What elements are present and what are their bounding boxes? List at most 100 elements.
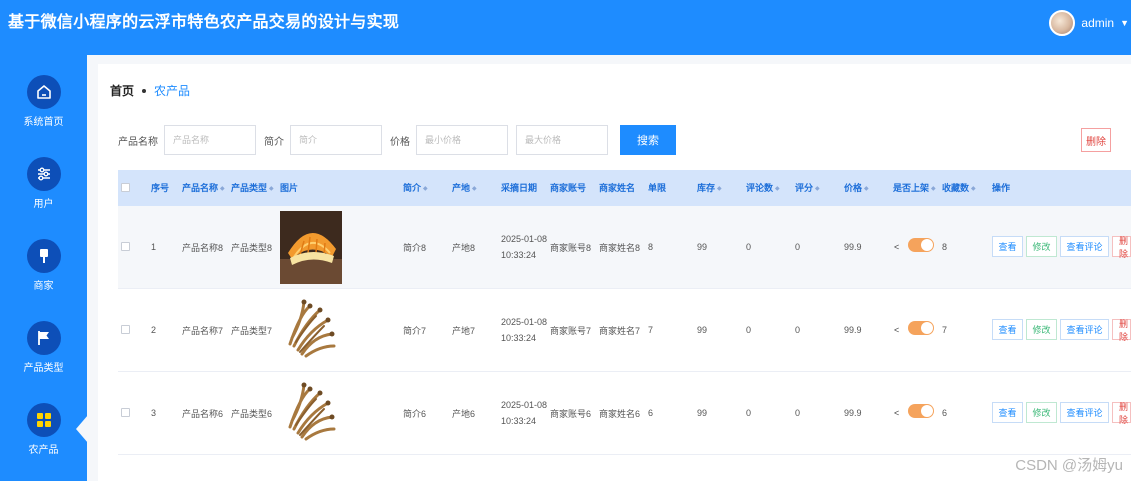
sidebar-item-product-types[interactable]: 产品类型 (0, 309, 87, 391)
cell-unit: 7 (648, 325, 654, 335)
share-icon[interactable]: < (894, 289, 899, 371)
sidebar-item-home[interactable]: 系统首页 (0, 63, 87, 145)
cell-intro: 简介6 (403, 408, 427, 419)
cell-score: 0 (795, 242, 801, 252)
view-reviews-button[interactable]: 查看评论 (1060, 402, 1109, 423)
col-image: 图片 (280, 183, 299, 193)
sidebar-item-label: 产品类型 (23, 363, 64, 374)
top-bar: 基于微信小程序的云浮市特色农产品交易的设计与实现 admin ▼ (0, 0, 1131, 55)
sidebar-item-label: 商家 (33, 281, 54, 292)
avatar[interactable] (1049, 10, 1076, 36)
col-name[interactable]: 产品名称 ◆ (182, 170, 225, 206)
cell-date: 2025-01-08 10:33:24 (501, 317, 548, 343)
name-label: 产品名称 (118, 136, 158, 148)
cell-account: 商家账号8 (550, 242, 592, 253)
active-indicator (76, 415, 88, 443)
cell-intro: 简介8 (403, 242, 427, 253)
select-all-checkbox[interactable] (121, 183, 130, 192)
flag-icon (26, 321, 61, 355)
products-table: 序号 产品名称 ◆ 产品类型 ◆ 图片 简介 ◆ 产地 ◆ 采摘日期 商家账号 商家姓名… (118, 170, 1131, 455)
cell-index: 1 (151, 242, 157, 252)
sort-icon: ◆ (815, 185, 820, 192)
listed-toggle[interactable] (908, 404, 934, 418)
cell-reviews: 0 (746, 325, 752, 335)
row-checkbox[interactable] (121, 242, 130, 251)
sidebar-item-merchants[interactable]: 商家 (0, 227, 87, 309)
sidebar-item-users[interactable]: 用户 (0, 145, 87, 227)
sidebar-item-label: 用户 (33, 199, 54, 210)
sidebar-item-label: 农产品 (28, 445, 59, 456)
share-icon[interactable]: < (894, 206, 899, 288)
batch-delete-button[interactable]: 删除 (1081, 128, 1111, 152)
cell-stock: 99 (697, 408, 708, 418)
col-merchant: 商家姓名 (599, 183, 636, 193)
watermark: CSDN @汤姆yu (1015, 457, 1123, 474)
col-type[interactable]: 产品类型 ◆ (231, 170, 274, 206)
cell-favs: 8 (942, 242, 948, 252)
product-name-input[interactable] (164, 125, 256, 155)
share-icon[interactable]: < (894, 372, 899, 454)
sort-icon: ◆ (717, 185, 722, 192)
cell-price: 99.9 (844, 242, 862, 252)
app-title: 基于微信小程序的云浮市特色农产品交易的设计与实现 (8, 14, 400, 31)
cell-merchant: 商家姓名6 (599, 408, 641, 419)
col-index: 序号 (151, 183, 170, 193)
sort-icon: ◆ (775, 185, 780, 192)
col-origin[interactable]: 产地 ◆ (452, 170, 477, 206)
max-price-input[interactable] (516, 125, 608, 155)
main-content: 首页 农产品 产品名称 简介 价格 搜索 删除 序号 产品名称◆ 产品类型◆ 图… (98, 64, 1131, 481)
delete-button[interactable]: 删除 (1112, 236, 1131, 259)
col-listed[interactable]: 是否上架 ◆ (893, 170, 936, 206)
col-score[interactable]: 评分 ◆ (795, 170, 820, 206)
sidebar: 系统首页 用户 商家 产品类型 农产品 (0, 55, 88, 481)
product-image[interactable] (280, 289, 342, 371)
col-reviews[interactable]: 评论数 ◆ (746, 170, 780, 206)
breadcrumb: 首页 农产品 (110, 82, 190, 99)
row-checkbox[interactable] (121, 408, 130, 417)
view-button[interactable]: 查看 (992, 402, 1023, 423)
intro-input[interactable] (290, 125, 382, 155)
breadcrumb-home[interactable]: 首页 (110, 82, 134, 99)
edit-button[interactable]: 修改 (1026, 319, 1057, 340)
breadcrumb-current: 农产品 (154, 84, 191, 98)
sort-icon: ◆ (472, 185, 477, 192)
col-intro[interactable]: 简介 ◆ (403, 170, 428, 206)
user-menu[interactable]: admin ▼ (1049, 8, 1131, 38)
cell-origin: 产地6 (452, 408, 476, 419)
sidebar-item-label: 系统首页 (23, 117, 64, 128)
product-image[interactable] (280, 372, 342, 454)
col-unit: 单限 (648, 183, 667, 193)
min-price-input[interactable] (416, 125, 508, 155)
toggle-knob (921, 405, 933, 417)
view-button[interactable]: 查看 (992, 319, 1023, 340)
brush-icon (26, 239, 61, 273)
chevron-down-icon[interactable]: ▼ (1120, 18, 1129, 28)
sort-icon: ◆ (423, 185, 428, 192)
table-row: 2 产品名称7 产品类型7 简介7 产地7 2025-01-08 10:33:2… (118, 289, 1131, 372)
view-reviews-button[interactable]: 查看评论 (1060, 319, 1109, 340)
intro-label: 简介 (264, 136, 284, 148)
col-favs[interactable]: 收藏数 ◆ (942, 170, 976, 206)
home-icon (26, 75, 61, 109)
col-stock[interactable]: 库存 ◆ (697, 170, 722, 206)
edit-button[interactable]: 修改 (1026, 236, 1057, 257)
cell-unit: 6 (648, 408, 654, 418)
view-reviews-button[interactable]: 查看评论 (1060, 236, 1109, 257)
listed-toggle[interactable] (908, 321, 934, 335)
cell-score: 0 (795, 408, 801, 418)
view-button[interactable]: 查看 (992, 236, 1023, 257)
sidebar-item-products[interactable]: 农产品 (0, 391, 87, 473)
col-price[interactable]: 价格 ◆ (844, 170, 869, 206)
delete-button[interactable]: 删除 (1112, 319, 1131, 342)
sort-icon: ◆ (864, 185, 869, 192)
product-image[interactable] (280, 206, 342, 288)
user-name[interactable]: admin (1081, 16, 1114, 30)
row-checkbox[interactable] (121, 325, 130, 334)
edit-button[interactable]: 修改 (1026, 402, 1057, 423)
search-button[interactable]: 搜索 (620, 125, 676, 155)
cell-favs: 7 (942, 325, 948, 335)
listed-toggle[interactable] (908, 238, 934, 252)
delete-button[interactable]: 删除 (1112, 402, 1131, 425)
sort-icon: ◆ (220, 185, 225, 192)
table-row: 1 产品名称8 产品类型8 简介8 产地8 2025-01-08 10:33:2… (118, 206, 1131, 289)
